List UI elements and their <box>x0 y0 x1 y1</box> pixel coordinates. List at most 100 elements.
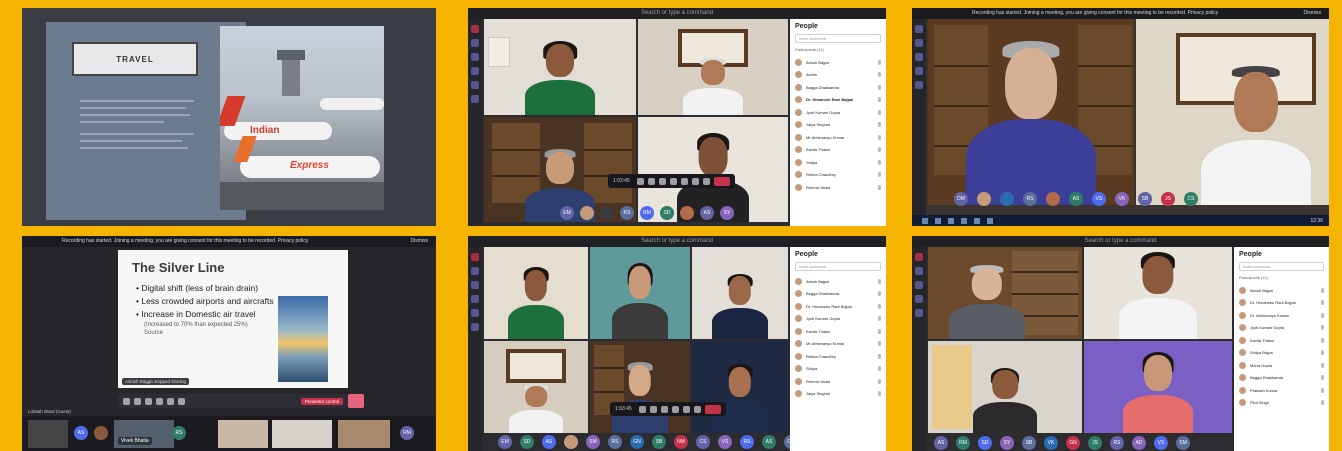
presenter-control-button[interactable]: Presenter control <box>300 397 343 405</box>
avatar[interactable]: VK <box>1115 192 1129 206</box>
mic-icon[interactable] <box>134 397 141 405</box>
chat-icon[interactable] <box>915 39 923 47</box>
dismiss-button[interactable]: Dismiss <box>1304 8 1322 19</box>
avatar[interactable] <box>1000 192 1014 206</box>
chat-icon[interactable] <box>471 267 479 275</box>
task-view-icon[interactable] <box>948 217 954 224</box>
chat-icon[interactable] <box>915 267 923 275</box>
participant-row[interactable]: Shilpa Bajpai <box>1239 347 1324 360</box>
avatar[interactable]: RS <box>1023 192 1037 206</box>
avatar[interactable] <box>680 206 694 220</box>
activity-icon[interactable] <box>915 25 923 33</box>
files-icon[interactable] <box>471 95 479 103</box>
participant-row[interactable]: Ashok Bajpai <box>1239 284 1324 297</box>
avatar[interactable]: JS <box>1088 436 1102 450</box>
mic-icon[interactable] <box>649 405 657 413</box>
camera-icon[interactable] <box>123 397 130 405</box>
avatar[interactable]: AS <box>762 435 776 449</box>
video-tile-1[interactable] <box>484 247 588 339</box>
calendar-icon[interactable] <box>915 295 923 303</box>
invite-input[interactable]: Invite someone <box>795 34 881 43</box>
avatar[interactable]: AS <box>1069 192 1083 206</box>
activity-icon[interactable] <box>915 253 923 261</box>
video-tile-5[interactable] <box>590 341 690 433</box>
avatar[interactable] <box>580 206 594 220</box>
participant-row[interactable]: Ashok Bajpai <box>795 56 881 69</box>
participant-row[interactable]: Mona Gupta <box>1239 359 1324 372</box>
video-tile-1[interactable] <box>928 19 1134 205</box>
raise-hand-icon[interactable] <box>680 177 688 185</box>
avatar[interactable]: SD <box>660 206 674 220</box>
avatar[interactable]: SY <box>1000 436 1014 450</box>
more-icon[interactable] <box>156 397 163 405</box>
invite-input[interactable]: Invite someone <box>795 262 881 271</box>
teams-taskbar-icon[interactable] <box>987 217 993 224</box>
dismiss-button[interactable]: Dismiss <box>411 236 429 247</box>
video-tile-2[interactable] <box>638 19 788 115</box>
participant-row[interactable]: Bagga Dhakkanda <box>1239 372 1324 385</box>
more-icon[interactable] <box>669 177 677 185</box>
calendar-icon[interactable] <box>471 67 479 75</box>
participant-row[interactable]: Mr Abhimanyu Kumar <box>795 131 881 144</box>
avatar[interactable]: EM <box>498 435 512 449</box>
avatar[interactable]: SM <box>1176 436 1190 450</box>
chat-toggle-icon[interactable] <box>691 177 699 185</box>
browser-icon[interactable] <box>961 217 967 224</box>
participant-row[interactable]: Shilpa <box>795 363 881 376</box>
avatar[interactable]: AS <box>542 435 556 449</box>
video-tile-2[interactable] <box>1136 19 1329 205</box>
share-icon[interactable] <box>658 177 666 185</box>
participant-row[interactable]: Jyoti Kumari Gupta <box>795 106 881 119</box>
participant-row[interactable]: Dr. Himanshi Rani Bajpai <box>795 94 881 107</box>
video-tile-1[interactable] <box>484 19 636 115</box>
chat-toggle-icon[interactable] <box>178 397 185 405</box>
participant-row[interactable]: Jaiya Singhal <box>795 119 881 132</box>
avatar[interactable]: AS <box>934 436 948 450</box>
calls-icon[interactable] <box>915 81 923 89</box>
participant-row[interactable]: Dr. Abhimanyu Kumar <box>1239 309 1324 322</box>
avatar[interactable] <box>977 192 991 206</box>
participant-row[interactable]: Rekha Chaudhry <box>795 169 881 182</box>
video-tile-2[interactable] <box>1084 247 1232 339</box>
avatar[interactable]: RS <box>608 435 622 449</box>
avatar[interactable]: NM <box>674 435 688 449</box>
avatar[interactable]: EM <box>560 206 574 220</box>
participant-row[interactable]: Pilot Singh <box>1239 397 1324 410</box>
teams-icon[interactable] <box>471 53 479 61</box>
activity-icon[interactable] <box>471 253 479 261</box>
files-icon[interactable] <box>471 323 479 331</box>
search-icon[interactable] <box>935 217 941 224</box>
participant-row[interactable]: Mr Abhimanyu Kumar <box>795 338 881 351</box>
teams-icon[interactable] <box>915 281 923 289</box>
calls-icon[interactable] <box>915 309 923 317</box>
avatar[interactable]: CS <box>1184 192 1198 206</box>
avatar[interactable]: SM <box>586 435 600 449</box>
chat-toggle-icon[interactable] <box>693 405 701 413</box>
participant-row[interactable]: Kavita Thakur <box>795 325 881 338</box>
avatar[interactable]: GN <box>630 435 644 449</box>
calls-icon[interactable] <box>471 309 479 317</box>
avatar[interactable]: SY <box>720 206 734 220</box>
participant-row[interactable]: Bagga Dhakkanda <box>795 81 881 94</box>
thumb-5[interactable] <box>338 420 390 448</box>
video-tile-2[interactable] <box>590 247 690 339</box>
camera-icon[interactable] <box>636 177 644 185</box>
participant-row[interactable]: Jyoti Kumari Gupta <box>795 313 881 326</box>
thumb-4[interactable] <box>272 420 332 448</box>
avatar[interactable]: AS <box>700 206 714 220</box>
participants-icon[interactable] <box>702 177 710 185</box>
mic-icon[interactable] <box>647 177 655 185</box>
thumb-2[interactable]: Vivek Bhatia <box>114 420 174 448</box>
avatar[interactable]: JS <box>1161 192 1175 206</box>
invite-input[interactable]: Invite someone <box>1239 262 1324 271</box>
participant-row[interactable]: Dr. Himanshu Rani Bajpai <box>795 300 881 313</box>
avatar[interactable]: RM <box>400 426 414 440</box>
calendar-icon[interactable] <box>471 295 479 303</box>
avatar[interactable]: SD <box>520 435 534 449</box>
teams-icon[interactable] <box>471 281 479 289</box>
avatar[interactable]: SB <box>652 435 666 449</box>
avatar[interactable]: VK <box>1044 436 1058 450</box>
video-tile-1[interactable] <box>928 247 1082 339</box>
raise-hand-icon[interactable] <box>167 397 174 405</box>
participant-row[interactable]: Jaiya Singhal <box>795 388 881 401</box>
